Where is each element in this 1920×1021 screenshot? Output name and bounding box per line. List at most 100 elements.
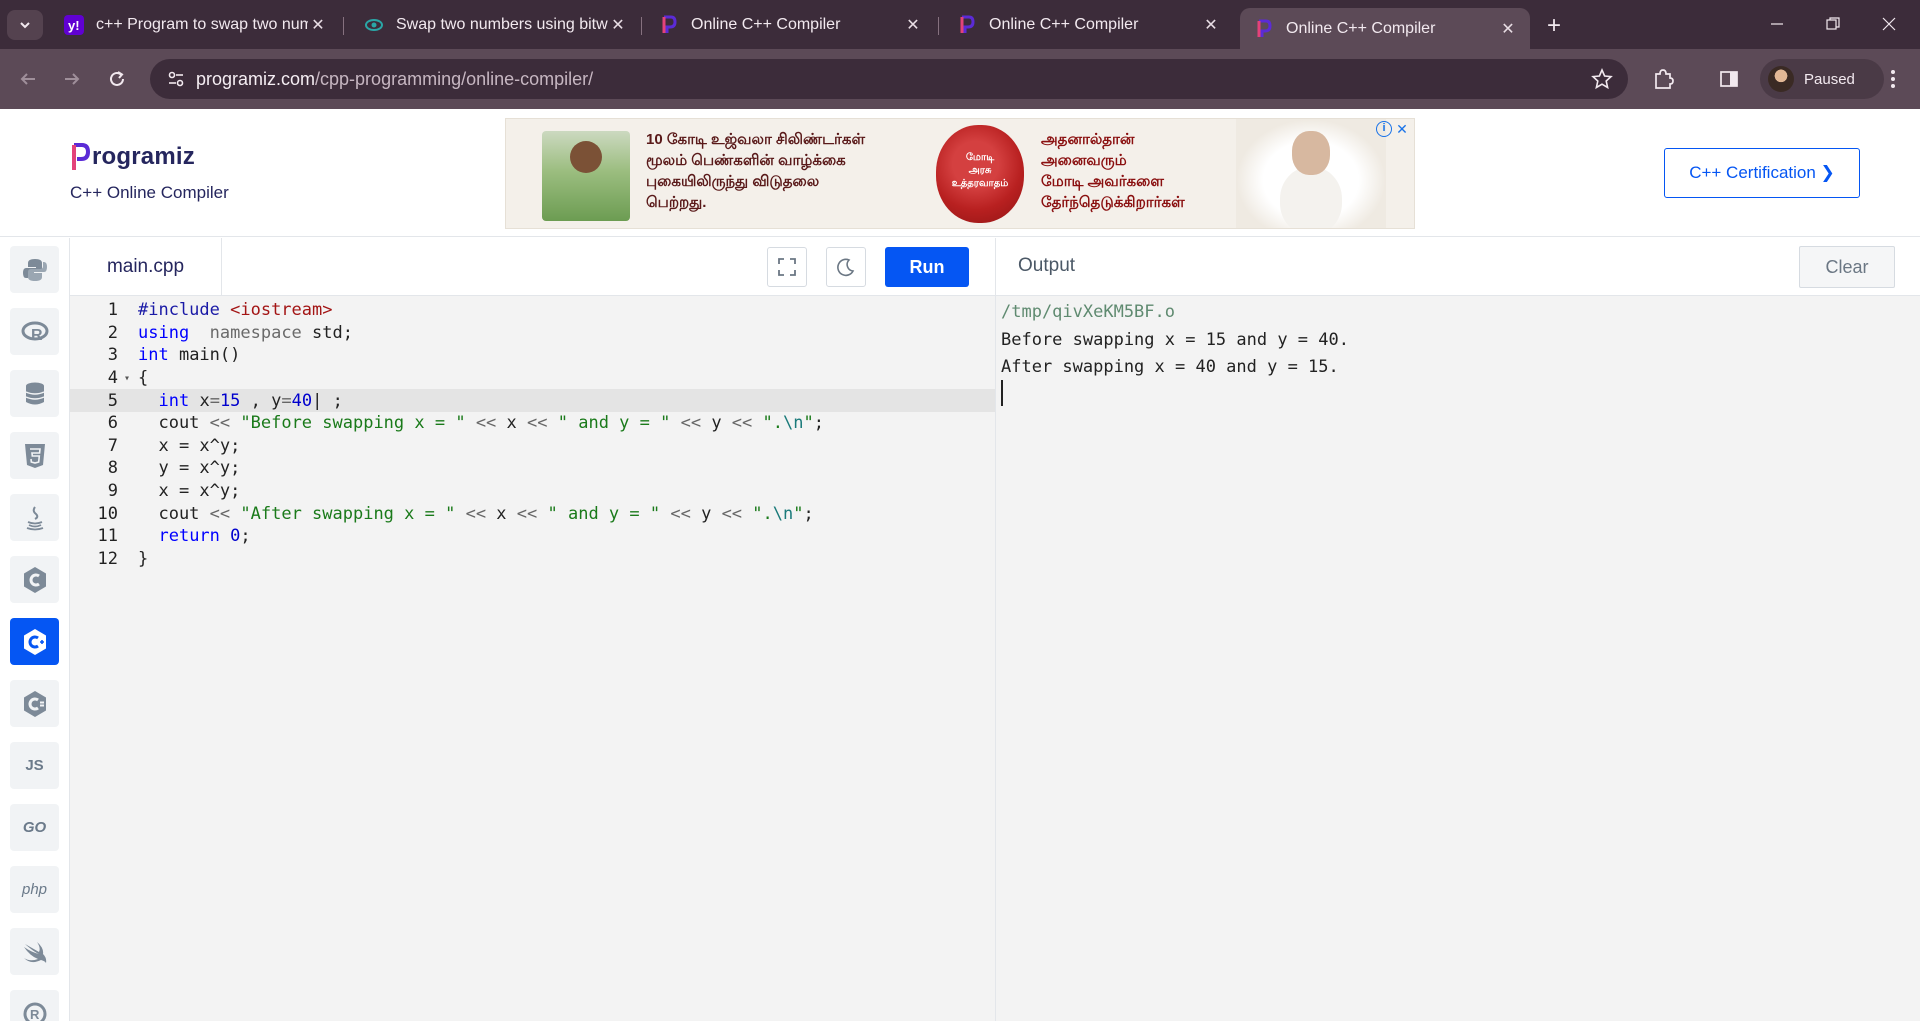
code-line[interactable]: 9 x = x^y; (70, 480, 995, 503)
sidebar-item-html[interactable] (10, 432, 59, 479)
url-domain: programiz.com (196, 68, 316, 89)
tab-title: Online C++ Compiler (691, 16, 841, 33)
restore-button[interactable] (1810, 8, 1856, 40)
code-line[interactable]: 5 int x=15 , y=40| ; (70, 389, 995, 412)
address-bar[interactable]: programiz.com/cpp-programming/online-com… (150, 59, 1628, 99)
output-console[interactable]: /tmp/qivXeKM5BF.o Before swapping x = 15… (995, 296, 1920, 1021)
code-token: << (670, 503, 691, 524)
new-tab-button[interactable]: + (1540, 12, 1568, 40)
code-text: y = x^y; (134, 458, 240, 478)
close-tab-icon[interactable]: ✕ (903, 15, 923, 35)
code-text: return 0; (134, 526, 250, 547)
bookmark-star-icon[interactable] (1590, 67, 1614, 91)
code-token: x (486, 503, 517, 524)
line-number: 9 (107, 481, 118, 502)
programiz-icon (957, 15, 977, 35)
browser-tab-4[interactable]: Online C++ Compiler ✕ (943, 6, 1233, 44)
code-line[interactable]: 6 cout << "Before swapping x = " << x <<… (70, 412, 995, 435)
code-line[interactable]: 7 x = x^y; (70, 435, 995, 458)
tab-search-button[interactable] (7, 10, 43, 40)
code-text: cout << "After swapping x = " << x << " … (134, 503, 813, 524)
code-editor[interactable]: 1 #include <iostream> 2 using namespace std… (70, 296, 995, 1021)
code-line[interactable]: 1 #include <iostream> (70, 299, 995, 322)
code-token: ; (813, 413, 824, 434)
close-tab-icon[interactable]: ✕ (608, 15, 628, 35)
code-line[interactable]: 2 using namespace std; (70, 322, 995, 345)
line-number: 10 (97, 503, 118, 524)
sidebar-item-cpp[interactable] (10, 618, 59, 665)
moon-icon (837, 258, 855, 277)
code-token: return (158, 526, 220, 547)
advertisement-banner[interactable]: 10 கோடி உஜ்வலா சிலிண்டர்கள் மூலம் பெண்கள… (505, 118, 1415, 229)
sidebar-item-r[interactable]: R (10, 308, 59, 355)
avatar (1768, 66, 1794, 92)
ad-text-line: தேர்ந்தெடுக்கிறார்கள் (1041, 194, 1185, 211)
sidebar-item-csharp[interactable] (10, 680, 59, 727)
site-settings-icon[interactable] (156, 59, 196, 99)
code-text: #include <iostream> (134, 300, 332, 320)
line-number: 6 (107, 413, 118, 434)
forward-button[interactable] (56, 63, 88, 95)
sidebar-item-js[interactable]: JS (10, 742, 59, 789)
run-button[interactable]: Run (885, 247, 969, 287)
cpp-certification-button[interactable]: C++ Certification ❯ (1664, 148, 1860, 198)
code-line[interactable]: 3 int main() (70, 344, 995, 367)
theme-toggle-button[interactable] (826, 247, 866, 287)
eye-icon (364, 15, 384, 35)
browser-tab-5-active[interactable]: Online C++ Compiler ✕ (1240, 8, 1530, 49)
code-line[interactable]: 4 ▾ { (70, 367, 995, 390)
ad-seal-line: உத்தரவாதம் (951, 178, 1009, 189)
output-header: Output Clear (995, 238, 1920, 296)
tab-title: Online C++ Compiler (1286, 19, 1436, 37)
sidebar-item-java[interactable] (10, 494, 59, 541)
browser-menu-button[interactable] (1877, 63, 1909, 95)
ad-photo (542, 131, 630, 221)
output-title: Output (1018, 255, 1076, 276)
code-text: int x=15 , y=40| ; (134, 390, 342, 411)
browser-tab-1[interactable]: y! c++ Program to swap two num ✕ (50, 6, 340, 44)
c-icon (23, 566, 46, 593)
code-token: << (721, 503, 743, 524)
code-token: 40 (291, 390, 313, 411)
language-sidebar: R JS GO php R (0, 238, 70, 1021)
line-number: 11 (97, 526, 118, 547)
sidebar-item-sql[interactable] (10, 370, 59, 417)
code-line[interactable]: 10 cout << "After swapping x = " << x <<… (70, 502, 995, 525)
code-line[interactable]: 8 y = x^y; (70, 457, 995, 480)
close-tab-icon[interactable]: ✕ (1201, 15, 1221, 35)
file-tab-main-cpp[interactable]: main.cpp (70, 238, 222, 296)
sidebar-item-php[interactable]: php (10, 866, 59, 913)
sidebar-item-swift[interactable] (10, 928, 59, 975)
ad-info-icon[interactable]: i (1376, 121, 1392, 137)
fold-toggle-icon[interactable]: ▾ (120, 373, 134, 384)
clear-button[interactable]: Clear (1799, 246, 1895, 288)
minimize-button[interactable] (1754, 8, 1800, 40)
browser-tab-3[interactable]: Online C++ Compiler ✕ (645, 6, 935, 44)
tab-title: c++ Program to swap two num (96, 16, 308, 33)
fullscreen-button[interactable] (767, 247, 807, 287)
close-window-button[interactable] (1866, 8, 1912, 40)
programiz-logo-icon (70, 142, 91, 172)
code-line[interactable]: 12} (70, 548, 995, 571)
sidebar-item-python[interactable] (10, 246, 59, 293)
close-tab-icon[interactable]: ✕ (308, 15, 328, 35)
code-token: << (527, 413, 548, 434)
svg-text:y!: y! (68, 18, 80, 33)
browser-tab-2[interactable]: Swap two numbers using bitwis ✕ (350, 6, 640, 44)
ad-text-line: பெற்றது. (646, 194, 707, 211)
profile-button[interactable]: Paused (1760, 59, 1884, 99)
programiz-logo[interactable]: rogramiz (70, 142, 195, 172)
line-number: 7 (107, 435, 118, 456)
code-text: int main() (134, 345, 240, 365)
close-tab-icon[interactable]: ✕ (1498, 19, 1518, 39)
extensions-button[interactable] (1647, 63, 1679, 95)
back-button[interactable] (12, 63, 44, 95)
code-line[interactable]: 11 return 0; (70, 525, 995, 548)
sidebar-item-c[interactable] (10, 556, 59, 603)
ad-text-left: 10 கோடி உஜ்வலா சிலிண்டர்கள் மூலம் பெண்கள… (646, 129, 865, 213)
sidebar-item-go[interactable]: GO (10, 804, 59, 851)
ad-close-icon[interactable]: ✕ (1394, 121, 1410, 137)
sidebar-item-rust[interactable]: R (10, 990, 59, 1021)
side-panel-button[interactable] (1713, 63, 1745, 95)
reload-button[interactable] (101, 63, 133, 95)
